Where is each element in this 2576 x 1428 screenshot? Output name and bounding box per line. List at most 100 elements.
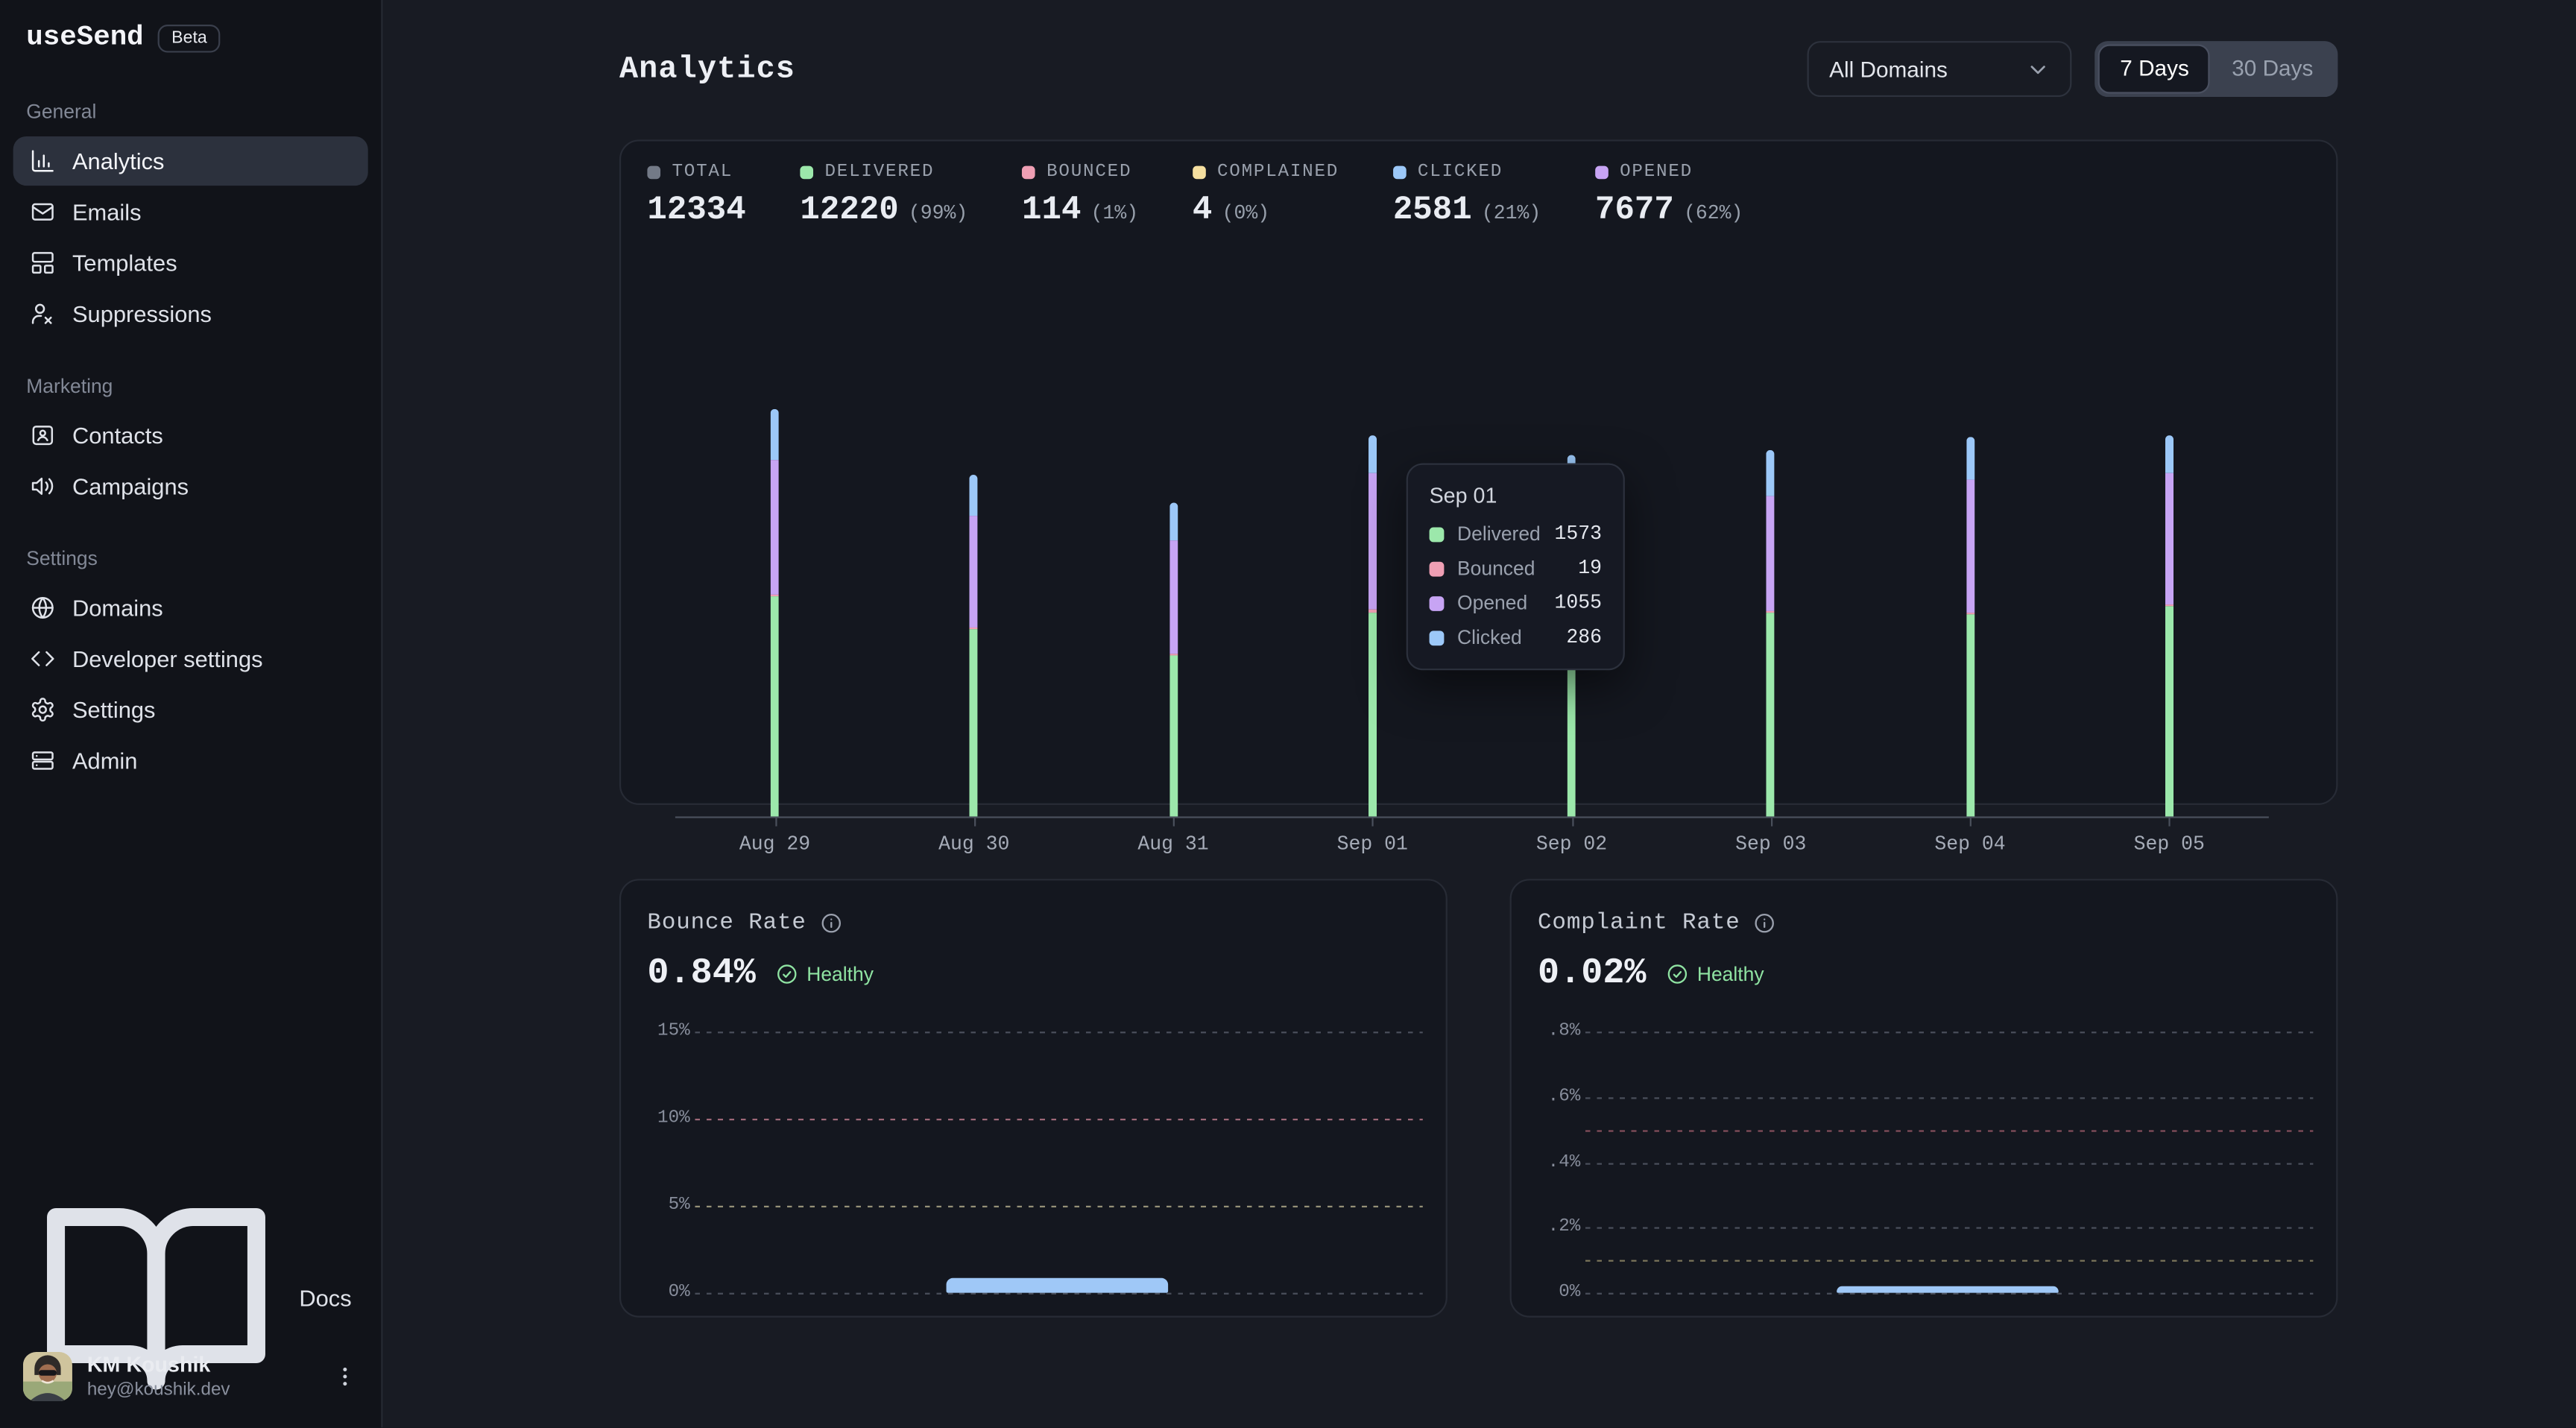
stat-label: DELIVERED bbox=[824, 162, 934, 182]
info-icon[interactable] bbox=[1753, 912, 1776, 935]
bar-aug-29[interactable] bbox=[771, 409, 779, 817]
bounce-rate-title-row: Bounce Rate bbox=[621, 880, 1445, 936]
gridline-dashes bbox=[1585, 1293, 2313, 1295]
gridline-dashes bbox=[695, 1293, 1422, 1295]
x-axis-tick bbox=[2169, 818, 2171, 827]
complaint-rate-status: Healthy bbox=[1697, 962, 1764, 985]
sidebar-item-settings[interactable]: Settings bbox=[13, 685, 368, 734]
main-content: Analytics All Domains 7 Days30 Days TOTA… bbox=[383, 0, 2576, 1428]
bar-segment-opened bbox=[1966, 480, 1974, 613]
chart-tooltip: Sep 01 Delivered1573Bounced19Opened1055C… bbox=[1407, 464, 1625, 671]
page-title: Analytics bbox=[619, 51, 795, 86]
sidebar-item-docs[interactable]: Docs bbox=[13, 1274, 368, 1323]
rate-bar[interactable] bbox=[1837, 1286, 2059, 1293]
sidebar-item-campaigns[interactable]: Campaigns bbox=[13, 461, 368, 511]
stat-label: TOTAL bbox=[672, 162, 733, 182]
tooltip-row-label: Bounced bbox=[1457, 557, 1565, 580]
tooltip-color-chip bbox=[1430, 561, 1445, 576]
stat-percent: (62%) bbox=[1684, 202, 1743, 225]
layout-template-icon bbox=[30, 250, 56, 276]
check-circle-icon bbox=[775, 962, 798, 985]
tooltip-row-value: 1573 bbox=[1554, 522, 1602, 546]
bar-segment-opened bbox=[1169, 540, 1177, 653]
bar-sep-01[interactable] bbox=[1368, 436, 1377, 817]
sidebar-item-templates[interactable]: Templates bbox=[13, 238, 368, 288]
bar-aug-31[interactable] bbox=[1169, 502, 1177, 817]
tooltip-title: Sep 01 bbox=[1430, 483, 1602, 508]
bar-segment-opened bbox=[1368, 473, 1377, 610]
bar-segment-delivered bbox=[771, 597, 779, 817]
y-axis-label: 15% bbox=[647, 1022, 689, 1041]
email-events-chart-card: TOTAL12334DELIVERED12220(99%)BOUNCED114(… bbox=[619, 139, 2337, 805]
user-name: KM Koushik bbox=[87, 1353, 318, 1378]
tooltip-row-value: 286 bbox=[1566, 626, 1602, 649]
gridline-15: 15% bbox=[647, 1031, 1422, 1033]
bar-segment-delivered bbox=[2165, 607, 2174, 816]
range-option-30-days[interactable]: 30 Days bbox=[2211, 45, 2334, 94]
tooltip-row-opened: Opened1055 bbox=[1430, 591, 1602, 614]
gridline-8: .8% bbox=[1538, 1031, 2313, 1033]
sidebar-item-analytics[interactable]: Analytics bbox=[13, 136, 368, 186]
sidebar-item-label: Contacts bbox=[72, 422, 163, 448]
bar-aug-30[interactable] bbox=[970, 475, 978, 816]
tooltip-row-clicked: Clicked286 bbox=[1430, 626, 1602, 649]
sidebar-nav: GeneralAnalyticsEmailsTemplatesSuppressi… bbox=[13, 64, 368, 787]
usesend-app: useSend Beta GeneralAnalyticsEmailsTempl… bbox=[0, 0, 2576, 1428]
sidebar-item-suppressions[interactable]: Suppressions bbox=[13, 289, 368, 338]
bar-segment-delivered bbox=[1368, 613, 1377, 817]
sidebar-item-domains[interactable]: Domains bbox=[13, 583, 368, 632]
gridline-0: 0% bbox=[647, 1293, 1422, 1295]
gridline-dashes bbox=[1585, 1031, 2313, 1033]
user-menu[interactable]: KM Koushik hey@koushik.dev bbox=[13, 1346, 368, 1409]
gridline-4: .4% bbox=[1538, 1162, 2313, 1163]
sidebar-item-label: Analytics bbox=[72, 148, 164, 174]
bounce-rate-card: Bounce Rate 0.84% Healthy 15%10%5%0% bbox=[619, 879, 1448, 1317]
bar-sep-03[interactable] bbox=[1767, 449, 1775, 816]
info-icon[interactable] bbox=[819, 912, 842, 935]
stat-delivered: DELIVERED12220(99%) bbox=[800, 162, 967, 230]
user-meta: KM Koushik hey@koushik.dev bbox=[87, 1353, 318, 1402]
header-controls: All Domains 7 Days30 Days bbox=[1808, 41, 2337, 97]
stats-row: TOTAL12334DELIVERED12220(99%)BOUNCED114(… bbox=[621, 142, 2336, 230]
x-axis-label: Sep 01 bbox=[1298, 833, 1446, 856]
stat-value: 12334 bbox=[647, 192, 745, 230]
bar-segment-clicked bbox=[1169, 502, 1177, 541]
x-axis-line bbox=[675, 816, 2269, 818]
bar-sep-04[interactable] bbox=[1966, 437, 1974, 817]
ellipsis-vertical-icon[interactable] bbox=[332, 1364, 358, 1390]
bounce-rate-status-badge: Healthy bbox=[775, 962, 874, 985]
stat-percent: (1%) bbox=[1091, 202, 1139, 225]
x-axis-tick bbox=[974, 818, 976, 827]
x-axis-tick bbox=[1771, 818, 1772, 827]
avatar bbox=[23, 1353, 72, 1402]
gridline-dashes bbox=[695, 1031, 1422, 1033]
user-x-icon bbox=[30, 300, 56, 326]
tooltip-row-label: Delivered bbox=[1457, 522, 1541, 546]
y-axis-label: 10% bbox=[647, 1109, 689, 1128]
stat-label: CLICKED bbox=[1418, 162, 1503, 182]
sidebar-item-developer-settings[interactable]: Developer settings bbox=[13, 634, 368, 683]
x-axis-label: Sep 05 bbox=[2095, 833, 2243, 856]
sidebar-item-emails[interactable]: Emails bbox=[13, 187, 368, 236]
range-option-7-days[interactable]: 7 Days bbox=[2099, 45, 2211, 94]
sidebar-item-label: Domains bbox=[72, 595, 163, 621]
x-axis-label: Sep 04 bbox=[1896, 833, 2044, 856]
complaint-rate-card: Complaint Rate 0.02% Healthy .8%.6%.4%.2… bbox=[1510, 879, 2338, 1317]
sidebar-item-admin[interactable]: Admin bbox=[13, 736, 368, 785]
y-axis-label: 5% bbox=[647, 1196, 689, 1216]
domain-filter-select[interactable]: All Domains bbox=[1808, 41, 2072, 97]
x-axis-label: Aug 31 bbox=[1099, 833, 1247, 856]
rate-bar[interactable] bbox=[947, 1278, 1169, 1293]
bar-sep-05[interactable] bbox=[2165, 436, 2174, 817]
stat-opened: OPENED7677(62%) bbox=[1595, 162, 1743, 230]
x-axis-tick bbox=[1571, 818, 1573, 827]
sidebar-item-label: Admin bbox=[72, 748, 137, 774]
stat-value: 4 bbox=[1193, 192, 1212, 230]
y-axis-label: .2% bbox=[1538, 1218, 1580, 1237]
tooltip-color-chip bbox=[1430, 630, 1445, 645]
sidebar-item-contacts[interactable]: Contacts bbox=[13, 411, 368, 460]
tooltip-rows: Delivered1573Bounced19Opened1055Clicked2… bbox=[1430, 522, 1602, 649]
stat-color-dot bbox=[1595, 166, 1609, 180]
bar-segment-opened bbox=[970, 516, 978, 627]
stat-value: 114 bbox=[1022, 192, 1081, 230]
